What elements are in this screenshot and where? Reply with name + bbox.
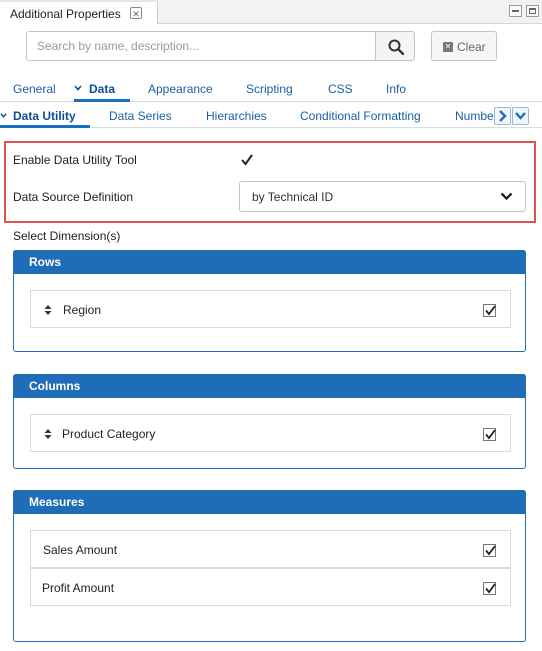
chevron-down-icon — [500, 192, 513, 201]
measures-panel-header: Measures — [13, 490, 526, 514]
chevron-down-icon — [0, 113, 7, 118]
dimension-item-product-category[interactable]: Product Category — [30, 414, 511, 452]
checkmark-icon — [485, 545, 496, 556]
subtab-data-utility-indicator — [0, 125, 90, 128]
view-tab-strip: Additional Properties ✕ — [0, 0, 542, 24]
measure-item-sales-amount[interactable]: Sales Amount — [30, 530, 511, 568]
measure-label: Sales Amount — [43, 543, 118, 557]
columns-panel-header: Columns — [13, 374, 526, 398]
checkmark-icon — [485, 429, 496, 440]
columns-panel: Columns Product Category — [13, 374, 526, 469]
dimension-checkbox[interactable] — [483, 428, 496, 441]
close-icon[interactable]: ✕ — [130, 7, 142, 19]
minimize-icon[interactable] — [509, 5, 522, 17]
measure-checkbox[interactable] — [483, 582, 496, 595]
scroll-right-button[interactable] — [494, 107, 511, 125]
clear-icon: ✕ — [443, 42, 453, 52]
tab-info[interactable]: Info — [386, 82, 406, 96]
chevron-down-icon — [74, 85, 82, 91]
measure-item-profit-amount[interactable]: Profit Amount — [30, 568, 511, 606]
sort-icon[interactable] — [44, 428, 52, 440]
tab-list-dropdown-button[interactable] — [512, 107, 529, 125]
data-source-definition-label: Data Source Definition — [13, 190, 134, 204]
subtab-conditional-formatting[interactable]: Conditional Formatting — [300, 109, 421, 123]
tab-css[interactable]: CSS — [328, 82, 353, 96]
data-source-definition-select[interactable]: by Technical ID — [239, 181, 526, 212]
clear-button[interactable]: ✕ Clear — [431, 31, 497, 61]
tab-data[interactable]: Data — [89, 82, 115, 96]
rows-panel-header: Rows — [13, 250, 526, 274]
subtab-hierarchies[interactable]: Hierarchies — [206, 109, 267, 123]
search-icon — [388, 39, 404, 55]
select-dimensions-label: Select Dimension(s) — [13, 229, 121, 243]
search-input[interactable] — [26, 31, 376, 61]
sort-icon[interactable] — [44, 304, 52, 316]
dimension-item-region[interactable]: Region — [30, 290, 511, 328]
chevron-down-icon — [515, 112, 526, 120]
tab-general[interactable]: General — [13, 82, 56, 96]
tab-data-indicator — [74, 99, 130, 102]
search-button[interactable] — [375, 31, 415, 61]
tab-scripting[interactable]: Scripting — [246, 82, 293, 96]
enable-data-utility-checkbox[interactable] — [239, 153, 253, 166]
enable-data-utility-label: Enable Data Utility Tool — [13, 153, 137, 167]
view-title: Additional Properties — [10, 7, 121, 21]
measure-checkbox[interactable] — [483, 544, 496, 557]
view-tab-additional-properties[interactable]: Additional Properties ✕ — [0, 0, 158, 24]
dimension-label: Region — [63, 303, 102, 317]
clear-label: Clear — [457, 40, 486, 54]
data-source-definition-value: by Technical ID — [252, 190, 334, 204]
measures-panel: Measures Sales Amount Profit Amount — [13, 490, 526, 642]
chevron-right-icon — [499, 110, 507, 122]
rows-panel: Rows Region — [13, 250, 526, 352]
main-tab-bar: General Data Appearance Scripting CSS In… — [0, 78, 542, 102]
measure-label: Profit Amount — [42, 581, 115, 595]
sub-tab-bar: Data Utility Data Series Hierarchies Con… — [0, 104, 542, 128]
subtab-data-series[interactable]: Data Series — [109, 109, 172, 123]
checkmark-icon — [485, 305, 496, 316]
tab-appearance[interactable]: Appearance — [148, 82, 213, 96]
checkmark-icon — [485, 583, 496, 594]
subtab-number[interactable]: Numbe — [455, 109, 495, 123]
dimension-checkbox[interactable] — [483, 304, 496, 317]
maximize-icon[interactable] — [526, 5, 539, 17]
dimension-label: Product Category — [62, 427, 156, 441]
checkmark-icon — [241, 154, 253, 166]
subtab-data-utility[interactable]: Data Utility — [13, 109, 76, 123]
